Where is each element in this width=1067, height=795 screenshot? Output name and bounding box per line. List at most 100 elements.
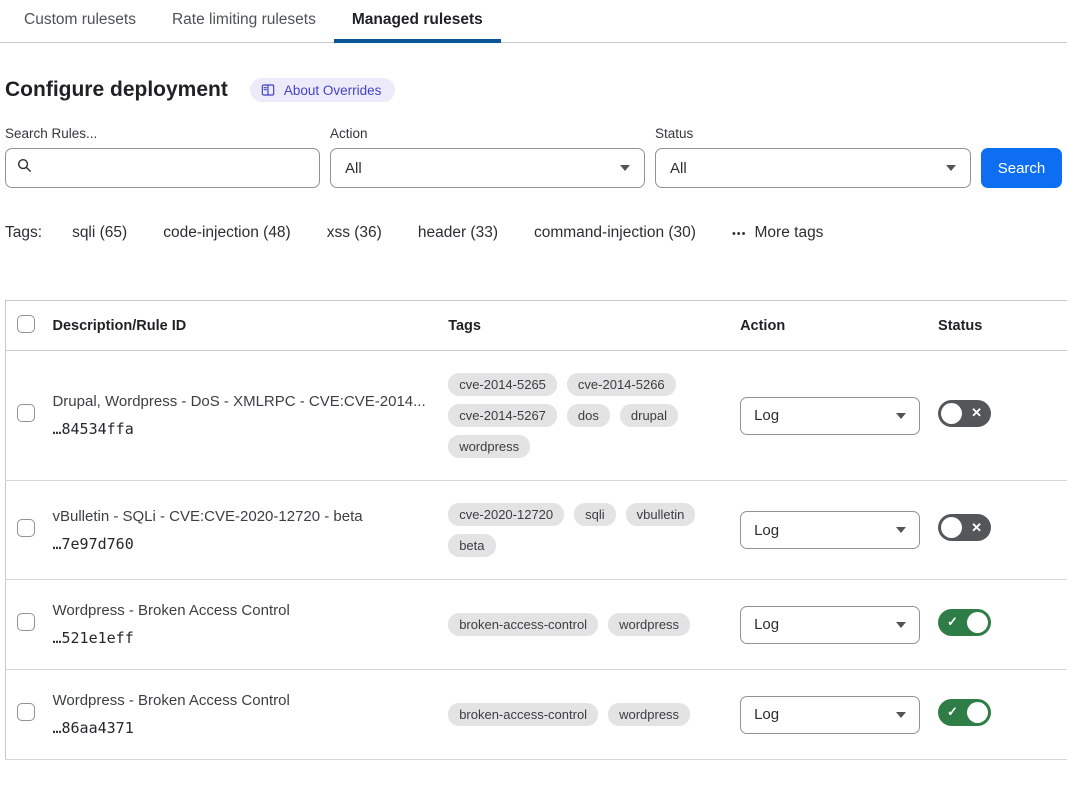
tag-filter-code-injection[interactable]: code-injection (48) (163, 224, 291, 242)
toggle-knob (941, 403, 962, 424)
chevron-down-icon (896, 712, 906, 718)
tags-bar: Tags: sqli (65) code-injection (48) xss … (5, 224, 1067, 242)
ruleset-tabbar: Custom rulesets Rate limiting rulesets M… (0, 0, 1067, 43)
rule-action-select[interactable]: Log (740, 397, 920, 435)
rule-id: …521e1eff (52, 629, 448, 647)
status-filter-value: All (670, 160, 687, 177)
tags-bar-label: Tags: (5, 224, 42, 242)
tag-pill: cve-2014-5265 (448, 373, 557, 396)
column-header-status: Status (938, 301, 1067, 351)
heading-row: Configure deployment About Overrides (5, 78, 1067, 102)
chevron-down-icon (620, 165, 630, 171)
status-filter-select[interactable]: All (655, 148, 971, 188)
more-tags-label: More tags (755, 224, 824, 242)
rule-description: Wordpress - Broken Access Control (52, 602, 448, 619)
rule-action-select[interactable]: Log (740, 511, 920, 549)
select-all-checkbox[interactable] (17, 315, 35, 333)
check-icon: ✓ (947, 615, 958, 628)
rule-tags: cve-2020-12720 sqli vbulletin beta (448, 503, 716, 557)
row-checkbox[interactable] (17, 404, 35, 422)
column-header-description: Description/Rule ID (52, 301, 448, 351)
rule-tags: broken-access-control wordpress (448, 703, 716, 726)
status-toggle[interactable]: ✓ ✕ (938, 699, 991, 726)
row-checkbox[interactable] (17, 703, 35, 721)
row-checkbox[interactable] (17, 613, 35, 631)
toggle-knob (967, 702, 988, 723)
rule-action-value: Log (754, 616, 779, 633)
table-row: Wordpress - Broken Access Control …86aa4… (6, 670, 1067, 760)
tag-filter-header[interactable]: header (33) (418, 224, 498, 242)
rule-action-select[interactable]: Log (740, 696, 920, 734)
managed-rulesets-page: Custom rulesets Rate limiting rulesets M… (0, 0, 1067, 760)
row-checkbox[interactable] (17, 519, 35, 537)
search-input[interactable] (41, 160, 309, 177)
rule-id: …7e97d760 (52, 535, 448, 553)
table-row: Drupal, Wordpress - DoS - XMLRPC - CVE:C… (6, 351, 1067, 481)
tab-managed-rulesets[interactable]: Managed rulesets (334, 0, 501, 43)
search-button[interactable]: Search (981, 148, 1062, 188)
tab-rate-limiting-rulesets[interactable]: Rate limiting rulesets (154, 0, 334, 43)
search-input-wrapper (5, 148, 320, 188)
tag-pill: wordpress (608, 703, 690, 726)
tab-custom-rulesets[interactable]: Custom rulesets (6, 0, 154, 43)
status-toggle[interactable]: ✓ ✕ (938, 514, 991, 541)
tag-pill: wordpress (448, 435, 530, 458)
action-filter-field: Action All (330, 126, 645, 188)
page-title: Configure deployment (5, 78, 228, 102)
tag-pill: broken-access-control (448, 613, 598, 636)
rule-id: …84534ffa (52, 420, 448, 438)
tag-filter-sqli[interactable]: sqli (65) (72, 224, 127, 242)
rule-action-value: Log (754, 522, 779, 539)
tag-pill: broken-access-control (448, 703, 598, 726)
tag-pill: sqli (574, 503, 616, 526)
tag-pill: vbulletin (626, 503, 696, 526)
column-header-action: Action (740, 301, 938, 351)
x-icon: ✕ (971, 521, 982, 534)
tag-filter-command-injection[interactable]: command-injection (30) (534, 224, 696, 242)
rule-tags: broken-access-control wordpress (448, 613, 716, 636)
more-tags-button[interactable]: ••• More tags (732, 224, 823, 242)
rule-action-value: Log (754, 407, 779, 424)
chevron-down-icon (896, 622, 906, 628)
tag-pill: cve-2014-5266 (567, 373, 676, 396)
rules-table: Description/Rule ID Tags Action Status D… (5, 300, 1067, 760)
chevron-down-icon (896, 413, 906, 419)
toggle-knob (967, 612, 988, 633)
status-filter-label: Status (655, 126, 971, 141)
search-field: Search Rules... (5, 126, 320, 188)
chevron-down-icon (946, 165, 956, 171)
action-filter-select[interactable]: All (330, 148, 645, 188)
rule-description: Drupal, Wordpress - DoS - XMLRPC - CVE:C… (52, 393, 448, 410)
tag-pill: beta (448, 534, 495, 557)
rule-description: Wordpress - Broken Access Control (52, 692, 448, 709)
rule-action-select[interactable]: Log (740, 606, 920, 644)
action-filter-label: Action (330, 126, 645, 141)
search-label: Search Rules... (5, 126, 320, 141)
about-overrides-label: About Overrides (284, 83, 382, 98)
table-row: vBulletin - SQLi - CVE:CVE-2020-12720 - … (6, 481, 1067, 580)
search-icon (16, 157, 33, 179)
action-filter-value: All (345, 160, 362, 177)
tag-pill: cve-2014-5267 (448, 404, 557, 427)
status-toggle[interactable]: ✓ ✕ (938, 609, 991, 636)
tag-pill: cve-2020-12720 (448, 503, 564, 526)
tag-pill: dos (567, 404, 610, 427)
status-toggle[interactable]: ✓ ✕ (938, 400, 991, 427)
about-overrides-link[interactable]: About Overrides (250, 78, 396, 102)
tag-pill: wordpress (608, 613, 690, 636)
status-filter-field: Status All (655, 126, 971, 188)
table-row: Wordpress - Broken Access Control …521e1… (6, 580, 1067, 670)
book-icon (260, 82, 276, 98)
tag-pill: drupal (620, 404, 678, 427)
rule-tags: cve-2014-5265 cve-2014-5266 cve-2014-5267 d… (448, 373, 716, 458)
chevron-down-icon (896, 527, 906, 533)
toggle-knob (941, 517, 962, 538)
rule-action-value: Log (754, 706, 779, 723)
tag-filter-xss[interactable]: xss (36) (327, 224, 382, 242)
rule-id: …86aa4371 (52, 719, 448, 737)
x-icon: ✕ (971, 406, 982, 419)
filters-row: Search Rules... Action All Status (5, 126, 1062, 188)
rule-description: vBulletin - SQLi - CVE:CVE-2020-12720 - … (52, 508, 448, 525)
column-header-tags: Tags (448, 301, 740, 351)
rules-table-body: Drupal, Wordpress - DoS - XMLRPC - CVE:C… (6, 351, 1067, 760)
